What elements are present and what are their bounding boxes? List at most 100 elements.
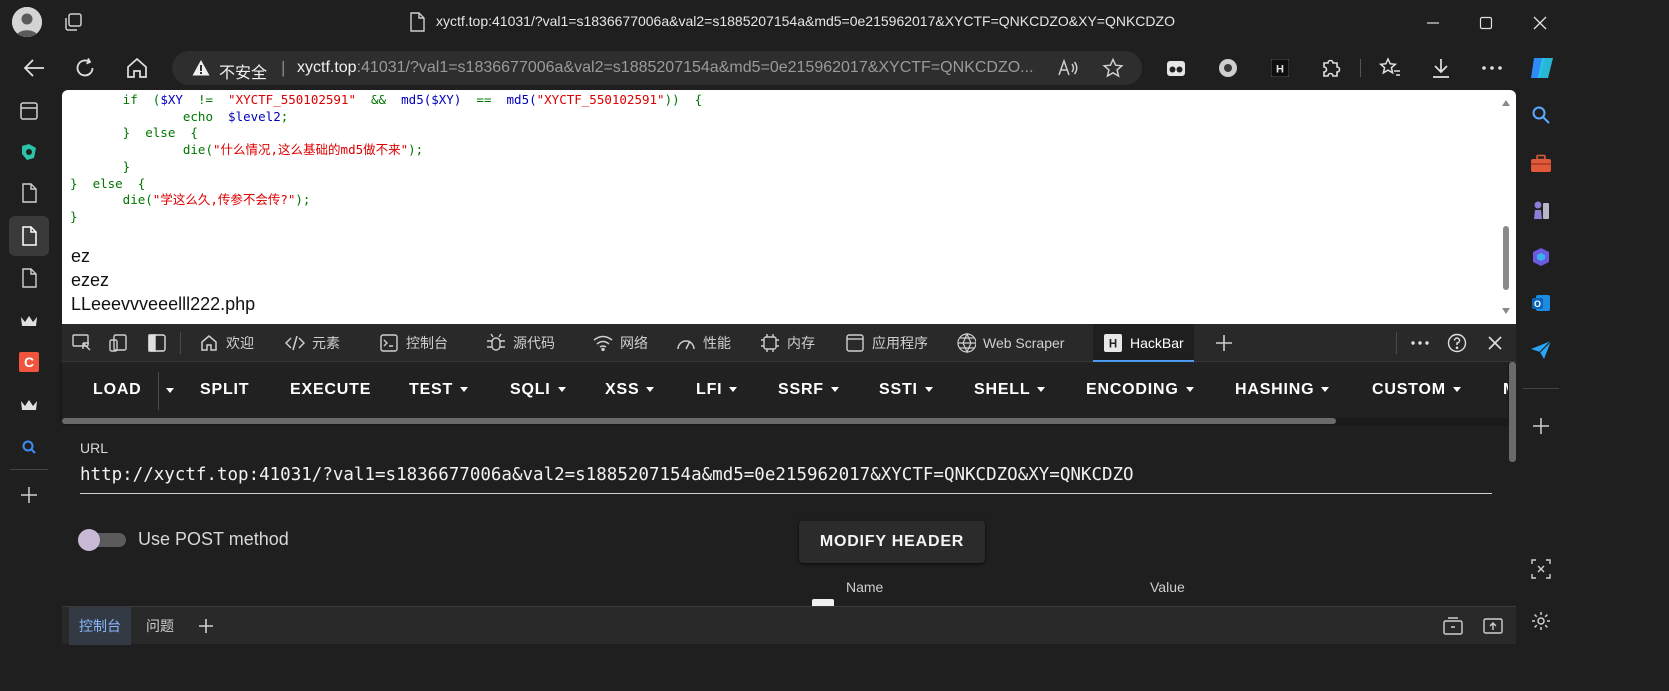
close-devtools-icon[interactable]: [1484, 333, 1506, 353]
search-icon[interactable]: [1528, 102, 1554, 128]
read-aloud-icon[interactable]: [1057, 58, 1079, 78]
tab-web-scraper[interactable]: Web Scraper: [956, 324, 1064, 362]
header-value-column: Value: [1150, 579, 1185, 595]
settings-gear-icon[interactable]: [1528, 608, 1554, 634]
dock-panel-icon[interactable]: [146, 333, 168, 353]
address-separator: |: [281, 58, 286, 77]
warning-icon[interactable]: [192, 59, 210, 77]
lfi-menu-button[interactable]: LFI: [696, 381, 738, 399]
tab-network[interactable]: 网络: [593, 324, 648, 362]
chevron-down-icon: [830, 387, 839, 393]
minimize-icon[interactable]: [1418, 8, 1448, 38]
tab-performance[interactable]: 性能: [676, 324, 731, 362]
sidebar-add-icon[interactable]: [16, 482, 42, 508]
sidebar-crown-icon[interactable]: [16, 308, 42, 334]
sidebar-app-icon[interactable]: [16, 139, 42, 165]
right-sidebar-divider: [1523, 388, 1559, 389]
profile-avatar[interactable]: [12, 7, 42, 37]
toolbar-divider: [1360, 59, 1361, 77]
drawer-tab-issues[interactable]: 问题: [136, 607, 184, 645]
add-sidebar-app-icon[interactable]: [1528, 413, 1554, 439]
split-button[interactable]: SPLIT: [200, 381, 249, 399]
maximize-icon[interactable]: [1471, 8, 1501, 38]
sidebar-tab-page-icon[interactable]: [16, 265, 42, 291]
extension-circle-icon[interactable]: [1211, 51, 1245, 85]
sidebar-search-app-icon[interactable]: [16, 434, 42, 460]
load-button[interactable]: LOAD: [93, 381, 142, 399]
sidebar-c-app-icon[interactable]: C: [16, 349, 42, 375]
sidebar-tab-page-icon[interactable]: [16, 223, 42, 249]
download-icon[interactable]: [1424, 51, 1458, 85]
favorites-icon[interactable]: [1373, 51, 1407, 85]
encoding-menu-button[interactable]: ENCODING: [1086, 381, 1194, 399]
more-options-icon[interactable]: [1409, 333, 1431, 353]
tools-briefcase-icon[interactable]: [1528, 151, 1554, 177]
drawer-expand-icon[interactable]: [1482, 616, 1504, 636]
sidebar-crown-icon[interactable]: [16, 392, 42, 418]
sidebar-tab-page-icon[interactable]: [16, 180, 42, 206]
execute-button[interactable]: EXECUTE: [290, 381, 371, 399]
games-chess-icon[interactable]: [1528, 197, 1554, 223]
page-scrollbar[interactable]: [1500, 96, 1512, 318]
close-icon[interactable]: [1525, 8, 1555, 38]
php-source-code: if ($XY != "XYCTF_550102591" && md5($XY)…: [70, 92, 702, 226]
add-tab-icon[interactable]: [1213, 333, 1235, 353]
xss-menu-button[interactable]: XSS: [605, 381, 655, 399]
back-icon[interactable]: [17, 51, 51, 85]
devtools-drawer: 控制台 问题: [62, 606, 1516, 645]
ssrf-menu-button[interactable]: SSRF: [778, 381, 839, 399]
tab-sources[interactable]: 源代码: [486, 324, 555, 362]
sidebar-panel-icon[interactable]: [16, 98, 42, 124]
screenshot-icon[interactable]: [1528, 556, 1554, 582]
chevron-down-icon: [1321, 387, 1330, 393]
load-dropdown-caret-icon[interactable]: [166, 388, 174, 393]
device-emulation-icon[interactable]: [108, 333, 130, 353]
extension-glasses-icon[interactable]: [1159, 51, 1193, 85]
more-menu-icon[interactable]: [1475, 51, 1509, 85]
tab-hackbar[interactable]: H HackBar: [1093, 324, 1194, 362]
outlook-icon[interactable]: O: [1528, 290, 1554, 316]
hackbar-extension-icon[interactable]: H: [1263, 51, 1297, 85]
test-menu-button[interactable]: TEST: [409, 381, 469, 399]
tab-welcome[interactable]: 欢迎: [199, 324, 254, 362]
hashing-menu-button[interactable]: HASHING: [1235, 381, 1330, 399]
workspaces-icon[interactable]: [62, 11, 84, 33]
modify-header-button[interactable]: MODIFY HEADER: [799, 521, 985, 563]
drawer-tab-console[interactable]: 控制台: [69, 607, 131, 645]
custom-menu-button[interactable]: CUSTOM: [1372, 381, 1461, 399]
drawer-add-tab-icon[interactable]: [196, 616, 216, 636]
nav-bar: 不安全 | xyctf.top:41031/?val1=s1836677006a…: [0, 45, 1568, 90]
sqli-menu-button[interactable]: SQLI: [510, 381, 566, 399]
address-bar[interactable]: 不安全 | xyctf.top:41031/?val1=s1836677006a…: [172, 51, 1142, 85]
hackbar-toolbar: LOAD SPLIT EXECUTE TEST SQLI XSS LFI SSR…: [62, 362, 1508, 418]
chevron-down-icon: [729, 387, 738, 393]
ssti-menu-button[interactable]: SSTI: [879, 381, 933, 399]
web-scraper-icon: [956, 332, 976, 354]
shell-menu-button[interactable]: SHELL: [974, 381, 1046, 399]
tab-memory[interactable]: 内存: [760, 324, 815, 362]
tab-console[interactable]: 控制台: [379, 324, 448, 362]
home-icon[interactable]: [120, 51, 154, 85]
drawer-dock-icon[interactable]: [1442, 616, 1464, 636]
toolbar-horizontal-scrollbar[interactable]: [62, 418, 1336, 424]
more-menu-button[interactable]: M: [1503, 381, 1508, 399]
extensions-puzzle-icon[interactable]: [1314, 51, 1348, 85]
help-icon[interactable]: [1446, 333, 1468, 353]
refresh-icon[interactable]: [68, 51, 102, 85]
console-icon: [379, 333, 399, 353]
security-label[interactable]: 不安全: [219, 59, 267, 83]
hackbar-vertical-scrollbar[interactable]: [1509, 362, 1516, 462]
url-input[interactable]: http://xyctf.top:41031/?val1=s1836677006…: [80, 464, 1492, 494]
hackbar-icon: H: [1103, 333, 1123, 353]
favorite-star-icon[interactable]: [1102, 57, 1124, 78]
hackbar-panel: URL http://xyctf.top:41031/?val1=s183667…: [62, 426, 1508, 607]
address-url[interactable]: xyctf.top:41031/?val1=s1836677006a&val2=…: [297, 59, 1034, 77]
send-icon[interactable]: [1528, 337, 1554, 363]
copilot-icon[interactable]: [1525, 51, 1559, 85]
tab-application[interactable]: 应用程序: [845, 324, 928, 362]
chevron-down-icon: [460, 387, 469, 393]
inspect-element-icon[interactable]: [71, 333, 93, 353]
microsoft365-icon[interactable]: [1528, 244, 1554, 270]
tab-elements[interactable]: 元素: [285, 324, 340, 362]
toggle-knob[interactable]: [78, 529, 100, 551]
